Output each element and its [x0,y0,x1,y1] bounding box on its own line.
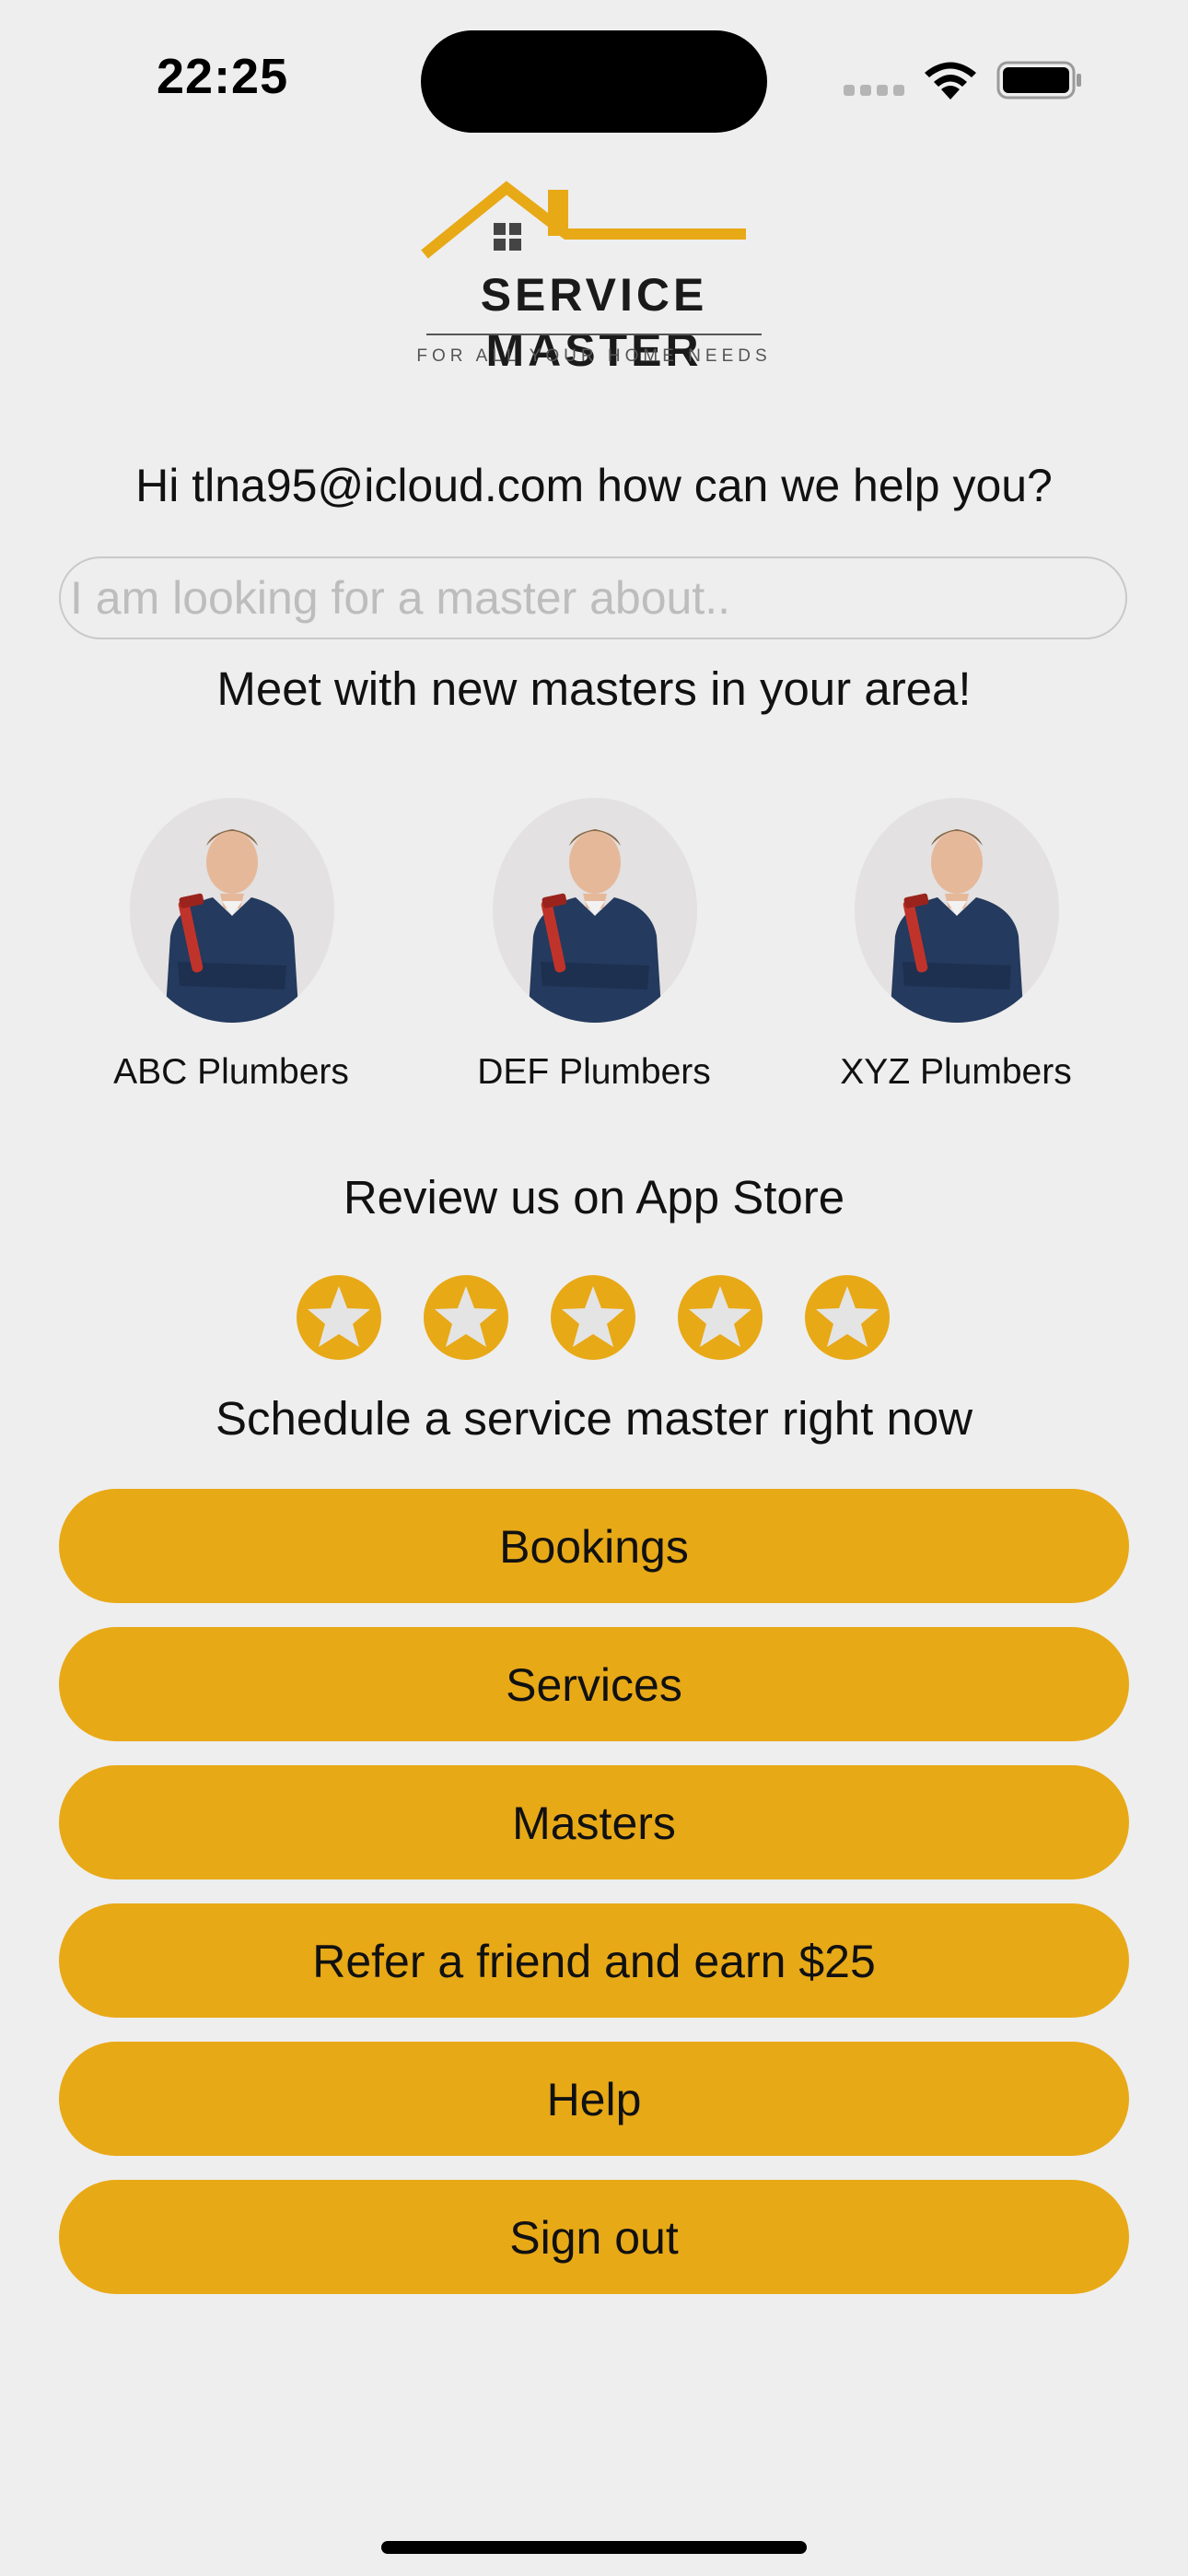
status-time: 22:25 [157,49,289,104]
master-card-abc-plumbers[interactable]: ABC Plumbers [93,798,369,1102]
bookings-button[interactable]: Bookings [59,1489,1129,1603]
home-indicator[interactable] [381,2541,807,2554]
star-icon[interactable] [805,1275,890,1360]
master-card-xyz-plumbers[interactable]: XYZ Plumbers [818,798,1094,1102]
plumber-avatar [130,798,334,1023]
house-roof-icon [373,175,815,267]
wifi-icon [921,59,980,101]
logo-tagline: FOR ALL YOUR HOME NEEDS [416,346,772,366]
dynamic-island [421,30,767,133]
battery-icon [996,61,1083,100]
star-icon[interactable] [551,1275,635,1360]
logo-divider [426,334,762,335]
master-name: ABC Plumbers [113,1052,349,1092]
sign-out-button[interactable]: Sign out [59,2180,1129,2294]
search-input[interactable] [59,556,1127,639]
schedule-heading: Schedule a service master right now [215,1392,973,1445]
masters-button[interactable]: Masters [59,1765,1129,1879]
star-rating [297,1275,891,1364]
masters-heading: Meet with new masters in your area! [216,662,972,715]
signal-icon [844,85,904,98]
service-master-logo: SERVICE MASTER FOR ALL YOUR HOME NEEDS [373,175,815,382]
services-button[interactable]: Services [59,1627,1129,1741]
help-button[interactable]: Help [59,2042,1129,2156]
greeting-text: Hi tlna95@icloud.com how can we help you… [135,460,1053,511]
star-icon[interactable] [424,1275,508,1360]
star-icon[interactable] [297,1275,381,1360]
review-heading: Review us on App Store [343,1171,845,1224]
master-name: XYZ Plumbers [840,1052,1072,1092]
plumber-avatar [855,798,1059,1023]
star-icon[interactable] [678,1275,763,1360]
master-card-def-plumbers[interactable]: DEF Plumbers [456,798,732,1102]
refer-friend-button[interactable]: Refer a friend and earn $25 [59,1903,1129,2018]
status-bar: 22:25 [0,0,1188,157]
master-name: DEF Plumbers [477,1052,711,1092]
plumber-avatar [493,798,697,1023]
